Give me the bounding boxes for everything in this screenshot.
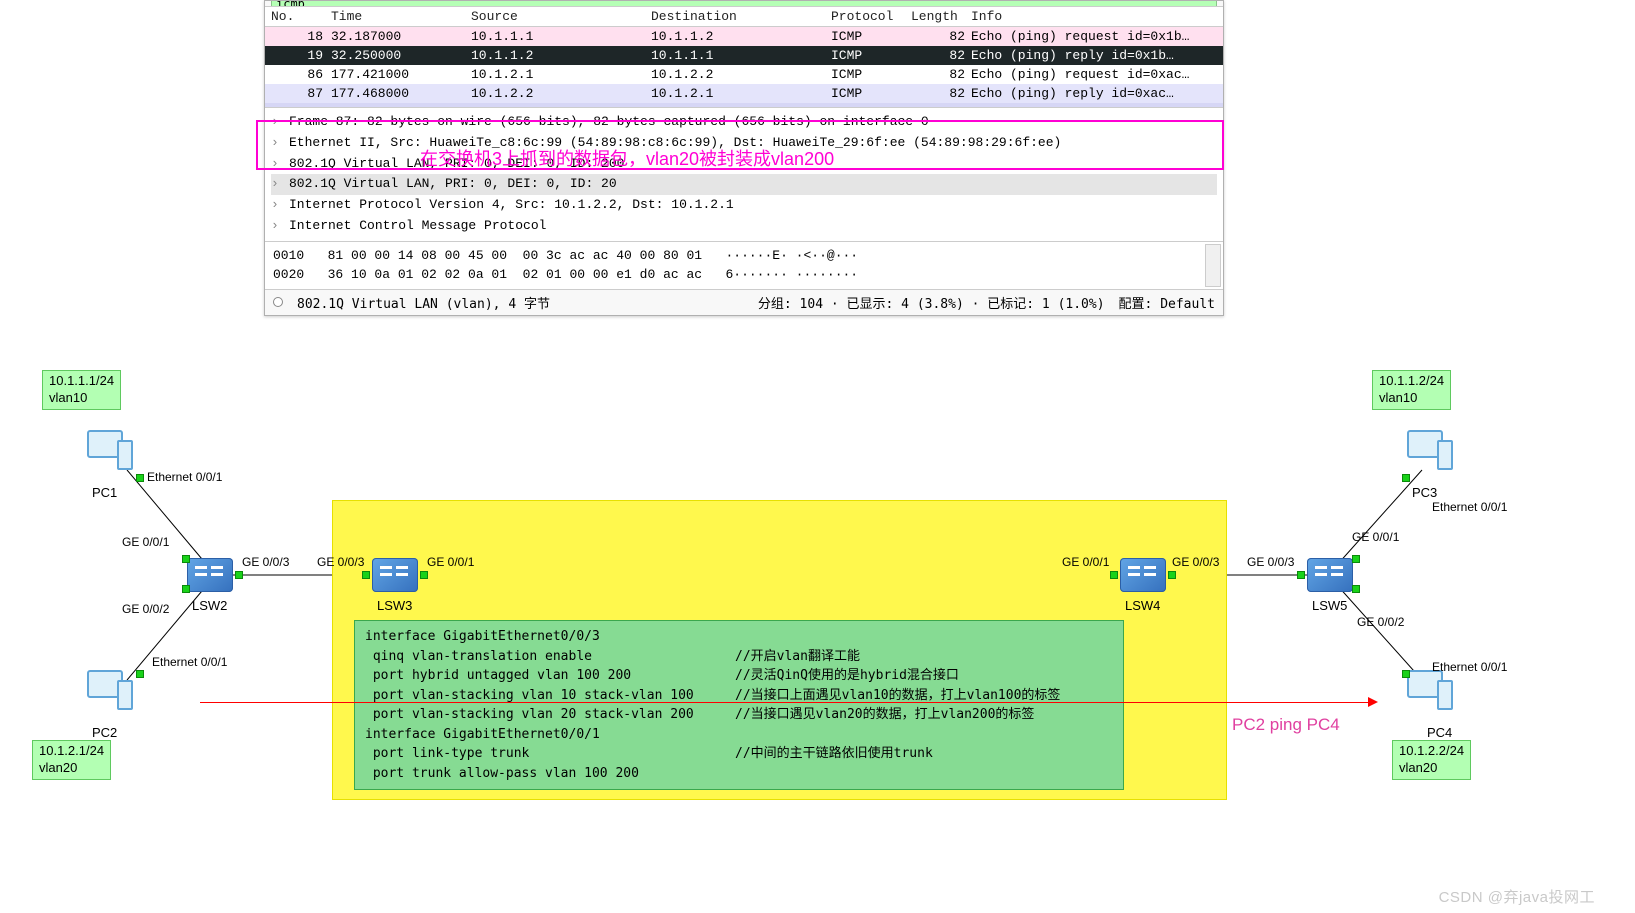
port-ge001: GE 0/0/1 bbox=[122, 535, 169, 549]
link-dot bbox=[1110, 571, 1118, 579]
link-dot bbox=[1402, 670, 1410, 678]
packet-list[interactable]: 1832.18700010.1.1.110.1.1.2ICMP82Echo (p… bbox=[265, 27, 1223, 107]
config-line: port vlan-stacking vlan 20 stack-vlan 20… bbox=[365, 705, 1113, 725]
link-dot bbox=[235, 571, 243, 579]
statusbar: 802.1Q Virtual LAN (vlan), 4 字节 分组: 104 … bbox=[265, 289, 1223, 315]
port-ge003: GE 0/0/3 bbox=[317, 555, 364, 569]
lsw3-icon[interactable] bbox=[372, 558, 418, 592]
ping-label: PC2 ping PC4 bbox=[1232, 715, 1340, 735]
col-no[interactable]: No. bbox=[271, 9, 331, 24]
pc3-icon[interactable] bbox=[1407, 430, 1457, 480]
packet-row[interactable]: 1932.25000010.1.1.210.1.1.1ICMP82Echo (p… bbox=[265, 46, 1223, 65]
port-ge001: GE 0/0/1 bbox=[1352, 530, 1399, 544]
lsw2-label: LSW2 bbox=[192, 598, 227, 613]
pc4-label: PC4 bbox=[1427, 725, 1452, 740]
config-line: port hybrid untagged vlan 100 200//灵活Qin… bbox=[365, 666, 1113, 686]
pc3-label: PC3 bbox=[1412, 485, 1437, 500]
link-dot bbox=[1402, 474, 1410, 482]
link-dot bbox=[136, 670, 144, 678]
link-dot bbox=[1168, 571, 1176, 579]
watermark: CSDN @弃java投网工 bbox=[1439, 886, 1595, 907]
lsw4-icon[interactable] bbox=[1120, 558, 1166, 592]
port-ge002: GE 0/0/2 bbox=[1357, 615, 1404, 629]
port-ge003: GE 0/0/3 bbox=[1247, 555, 1294, 569]
lsw5-icon[interactable] bbox=[1307, 558, 1353, 592]
col-time[interactable]: Time bbox=[331, 9, 471, 24]
port-ge001: GE 0/0/1 bbox=[427, 555, 474, 569]
col-info[interactable]: Info bbox=[971, 9, 1217, 24]
config-line: interface GigabitEthernet0/0/3 bbox=[365, 627, 1113, 647]
detail-line[interactable]: ›Internet Protocol Version 4, Src: 10.1.… bbox=[271, 195, 1217, 216]
col-len[interactable]: Length bbox=[911, 9, 971, 24]
pc4-icon[interactable] bbox=[1407, 670, 1457, 720]
pc2-ip-chip: 10.1.2.1/24 vlan20 bbox=[32, 740, 111, 780]
packet-row[interactable]: 87177.46800010.1.2.210.1.2.1ICMP82Echo (… bbox=[265, 84, 1223, 103]
link-dot bbox=[1352, 585, 1360, 593]
ping-arrow bbox=[200, 702, 1368, 703]
config-code-block: interface GigabitEthernet0/0/3 qinq vlan… bbox=[354, 620, 1124, 790]
packet-row[interactable]: 1832.18700010.1.1.110.1.1.2ICMP82Echo (p… bbox=[265, 27, 1223, 46]
hex-line: 0020 36 10 0a 01 02 02 0a 01 02 01 00 00… bbox=[273, 265, 1215, 285]
ping-arrow-head bbox=[1368, 697, 1378, 707]
expert-info-icon[interactable] bbox=[273, 297, 283, 307]
col-dst[interactable]: Destination bbox=[651, 9, 831, 24]
link-dot bbox=[420, 571, 428, 579]
link-dot bbox=[362, 571, 370, 579]
pc2-icon[interactable] bbox=[87, 670, 137, 720]
config-line: qinq vlan-translation enable//开启vlan翻译工能 bbox=[365, 647, 1113, 667]
pc1-label: PC1 bbox=[92, 485, 117, 500]
link-dot bbox=[1352, 555, 1360, 563]
topology-canvas: PC1 10.1.1.1/24 vlan10 Ethernet 0/0/1 PC… bbox=[32, 370, 1602, 810]
link-dot bbox=[1297, 571, 1305, 579]
packet-details-pane[interactable]: ›Frame 87: 82 bytes on wire (656 bits), … bbox=[265, 107, 1223, 241]
detail-line[interactable]: ›802.1Q Virtual LAN, PRI: 0, DEI: 0, ID:… bbox=[271, 174, 1217, 195]
config-line: port trunk allow-pass vlan 100 200 bbox=[365, 764, 1113, 784]
hex-line: 0010 81 00 00 14 08 00 45 00 00 3c ac ac… bbox=[273, 246, 1215, 266]
port-ge003: GE 0/0/3 bbox=[242, 555, 289, 569]
status-packets: 分组: 104 · 已显示: 4 (3.8%) · 已标记: 1 (1.0%) bbox=[758, 293, 1105, 312]
pc1-port: Ethernet 0/0/1 bbox=[147, 470, 222, 484]
pc3-ip-chip: 10.1.1.2/24 vlan10 bbox=[1372, 370, 1451, 410]
packet-row[interactable]: 86177.42100010.1.2.110.1.2.2ICMP82Echo (… bbox=[265, 65, 1223, 84]
annotation-text: 在交换机3上抓到的数据包，vlan20被封装成vlan200 bbox=[420, 145, 834, 171]
link-dot bbox=[136, 474, 144, 482]
status-profile: 配置: Default bbox=[1119, 293, 1215, 312]
config-line: port link-type trunk//中间的主干链路依旧使用trunk bbox=[365, 744, 1113, 764]
packet-bytes-pane[interactable]: 0010 81 00 00 14 08 00 45 00 00 3c ac ac… bbox=[265, 241, 1223, 289]
pc2-label: PC2 bbox=[92, 725, 117, 740]
pc4-ip-chip: 10.1.2.2/24 vlan20 bbox=[1392, 740, 1471, 780]
lsw5-label: LSW5 bbox=[1312, 598, 1347, 613]
link-dot bbox=[182, 555, 190, 563]
status-field: 802.1Q Virtual LAN (vlan), 4 字节 bbox=[297, 293, 550, 312]
detail-line[interactable]: ›Frame 87: 82 bytes on wire (656 bits), … bbox=[271, 112, 1217, 133]
pc2-port: Ethernet 0/0/1 bbox=[152, 655, 227, 669]
pc1-ip-chip: 10.1.1.1/24 vlan10 bbox=[42, 370, 121, 410]
scrollbar[interactable] bbox=[1205, 244, 1221, 287]
port-ge001: GE 0/0/1 bbox=[1062, 555, 1109, 569]
pc4-port: Ethernet 0/0/1 bbox=[1432, 660, 1507, 674]
col-proto[interactable]: Protocol bbox=[831, 9, 911, 24]
lsw4-label: LSW4 bbox=[1125, 598, 1160, 613]
link-dot bbox=[182, 585, 190, 593]
col-src[interactable]: Source bbox=[471, 9, 651, 24]
detail-line[interactable]: ›Internet Control Message Protocol bbox=[271, 216, 1217, 237]
port-ge002: GE 0/0/2 bbox=[122, 602, 169, 616]
packet-list-header: No. Time Source Destination Protocol Len… bbox=[265, 7, 1223, 27]
pc1-icon[interactable] bbox=[87, 430, 137, 480]
lsw2-icon[interactable] bbox=[187, 558, 233, 592]
pc3-port: Ethernet 0/0/1 bbox=[1432, 500, 1507, 514]
lsw3-label: LSW3 bbox=[377, 598, 412, 613]
config-line: interface GigabitEthernet0/0/1 bbox=[365, 725, 1113, 745]
port-ge003: GE 0/0/3 bbox=[1172, 555, 1219, 569]
